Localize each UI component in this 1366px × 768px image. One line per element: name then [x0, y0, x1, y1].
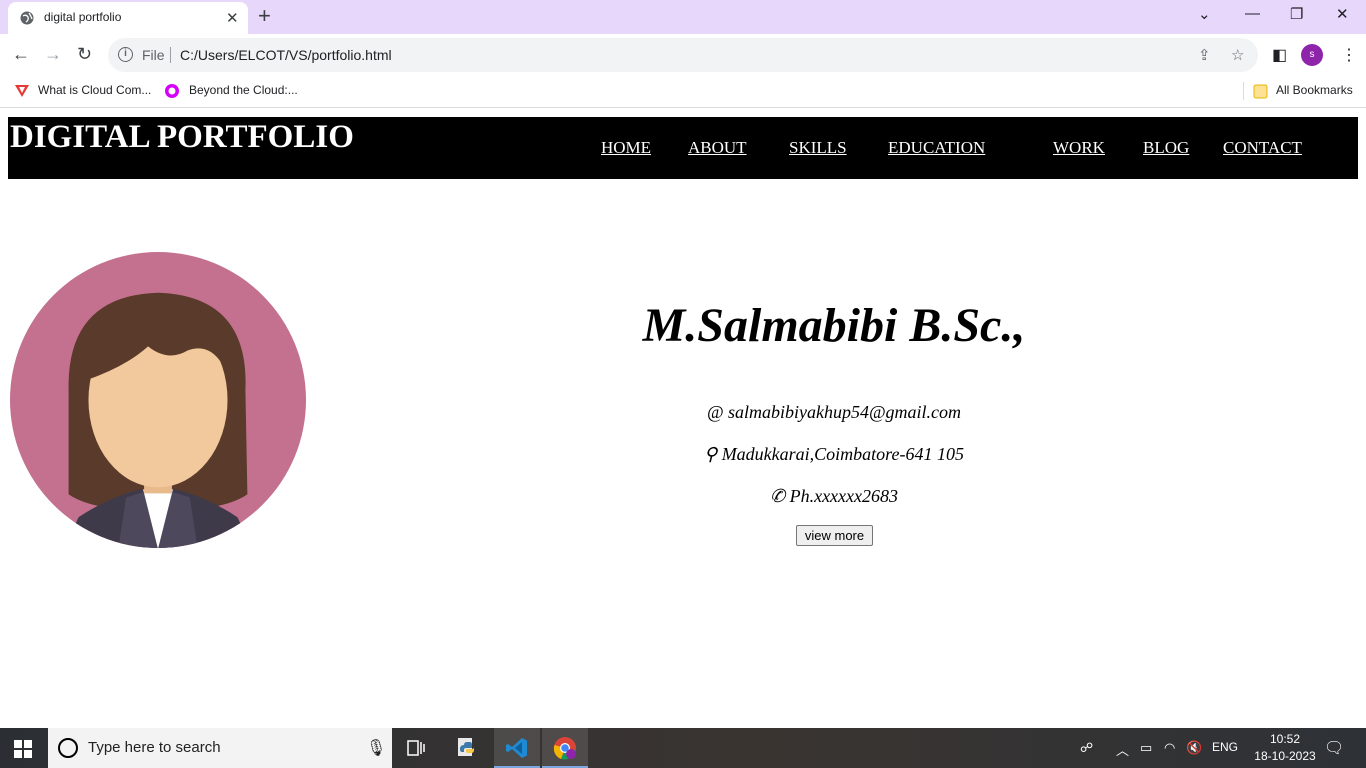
- bookmark-item[interactable]: What is Cloud Com...: [38, 83, 151, 97]
- restore-button[interactable]: ❐: [1290, 5, 1303, 23]
- bookmark-star-icon[interactable]: ☆: [1231, 46, 1244, 64]
- profile-name: M.Salmabibi B.Sc.,: [642, 299, 1026, 352]
- bookmark-favicon-icon: [15, 85, 29, 97]
- clock-time: 10:52: [1269, 732, 1301, 746]
- battery-icon[interactable]: ▭: [1140, 740, 1152, 756]
- globe-icon: [20, 11, 34, 25]
- nav-education-link[interactable]: EDUCATION: [888, 138, 985, 158]
- chrome-icon: [553, 737, 576, 760]
- nav-skills-link[interactable]: SKILLS: [789, 138, 847, 158]
- windows-start-icon[interactable]: [14, 740, 32, 758]
- close-window-button[interactable]: ✕: [1336, 5, 1349, 23]
- side-panel-icon[interactable]: ◧: [1272, 45, 1287, 65]
- browser-toolbar: ← → ↻ i File C:/Users/ELCOT/VS/portfolio…: [0, 34, 1366, 76]
- people-icon[interactable]: ☍: [1080, 740, 1093, 756]
- back-icon[interactable]: ←: [12, 44, 30, 65]
- at-icon: @: [706, 402, 724, 422]
- site-info-icon[interactable]: i: [118, 47, 133, 62]
- forward-icon[interactable]: →: [44, 44, 62, 65]
- share-icon[interactable]: ⇪: [1198, 46, 1211, 64]
- phone-icon: ✆: [769, 486, 786, 506]
- url-scheme: File: [142, 47, 165, 63]
- bookmark-favicon-icon: [165, 84, 179, 98]
- taskbar-python-app[interactable]: [444, 728, 490, 768]
- taskbar-search-box[interactable]: Type here to search 🎙: [48, 728, 392, 768]
- site-title: DIGITAL PORTFOLIO: [10, 119, 354, 155]
- view-more-button[interactable]: view more: [796, 525, 873, 546]
- tab-search-icon[interactable]: ⌄: [1198, 5, 1211, 23]
- site-header: DIGITAL PORTFOLIO HOME ABOUT SKILLS EDUC…: [8, 117, 1358, 179]
- python-icon: [458, 738, 474, 756]
- task-view-icon: [407, 740, 425, 756]
- divider: [1243, 82, 1244, 100]
- clock-date: 18-10-2023: [1254, 749, 1316, 763]
- divider: [170, 47, 171, 63]
- bookmarks-bar: What is Cloud Com... Beyond the Cloud:..…: [0, 76, 1366, 108]
- language-indicator[interactable]: ENG: [1212, 740, 1238, 754]
- close-tab-icon[interactable]: ✕: [226, 9, 239, 27]
- volume-muted-icon[interactable]: 🔇: [1186, 740, 1202, 756]
- address-bar[interactable]: i File C:/Users/ELCOT/VS/portfolio.html …: [108, 38, 1258, 72]
- search-placeholder: Type here to search: [88, 739, 221, 756]
- cortana-icon: [58, 738, 78, 758]
- all-bookmarks-button[interactable]: All Bookmarks: [1276, 83, 1353, 97]
- folder-icon: [1253, 84, 1268, 99]
- taskbar: Type here to search 🎙 ☍ ︿ ▭ ◠ 🔇 ENG 10:5…: [0, 728, 1366, 768]
- nav-work-link[interactable]: WORK: [1053, 138, 1105, 158]
- new-tab-button[interactable]: +: [258, 3, 271, 29]
- nav-about-link[interactable]: ABOUT: [688, 138, 747, 158]
- tab-strip: digital portfolio ✕ + ⌄ — ❐ ✕: [0, 0, 1366, 34]
- location-line: ⚲ Madukkarai,Coimbatore-641 105: [480, 444, 1188, 465]
- vscode-icon: [506, 738, 527, 758]
- reload-icon[interactable]: ↻: [77, 44, 92, 65]
- tab-title: digital portfolio: [44, 10, 122, 24]
- taskbar-vscode-app[interactable]: [494, 728, 540, 768]
- network-icon[interactable]: ◠: [1164, 740, 1175, 756]
- profile-avatar-image: [9, 251, 307, 549]
- minimize-button[interactable]: —: [1245, 5, 1260, 22]
- location-text: Madukkarai,Coimbatore-641 105: [721, 444, 964, 464]
- url-text[interactable]: C:/Users/ELCOT/VS/portfolio.html: [180, 47, 392, 63]
- microphone-icon[interactable]: 🎙: [366, 738, 386, 758]
- email-text: salmabibiyakhup54@gmail.com: [728, 402, 962, 422]
- bookmark-item[interactable]: Beyond the Cloud:...: [189, 83, 298, 97]
- browser-tab[interactable]: digital portfolio ✕: [8, 2, 248, 34]
- phone-text: Ph.xxxxxx2683: [789, 486, 899, 506]
- nav-contact-link[interactable]: CONTACT: [1223, 138, 1302, 158]
- menu-icon[interactable]: ⋮: [1341, 45, 1357, 65]
- show-hidden-icons-icon[interactable]: ︿: [1116, 740, 1129, 759]
- location-pin-icon: ⚲: [704, 444, 718, 464]
- phone-line: ✆ Ph.xxxxxx2683: [480, 486, 1188, 507]
- taskbar-chrome-app[interactable]: [542, 728, 588, 768]
- notifications-icon[interactable]: 🗨: [1324, 738, 1344, 758]
- email-line: @ salmabibiyakhup54@gmail.com: [480, 402, 1188, 423]
- task-view-button[interactable]: [393, 728, 439, 768]
- nav-home-link[interactable]: HOME: [601, 138, 651, 158]
- clock[interactable]: 10:52 18-10-2023: [1250, 731, 1320, 765]
- profile-avatar[interactable]: s: [1301, 44, 1323, 66]
- nav-blog-link[interactable]: BLOG: [1143, 138, 1189, 158]
